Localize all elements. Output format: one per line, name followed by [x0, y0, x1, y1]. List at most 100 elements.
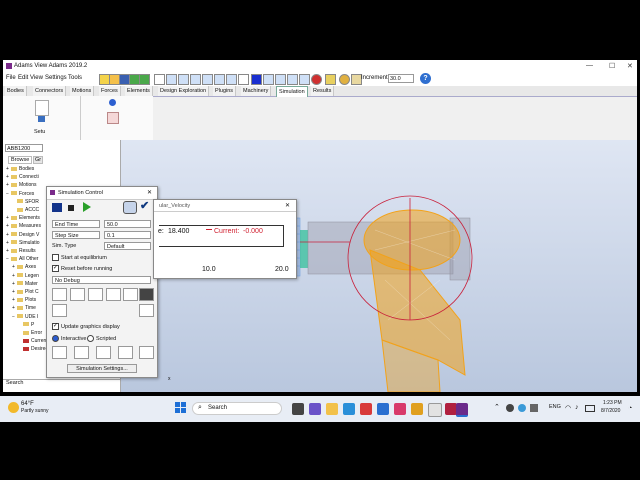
render-mode-icon[interactable] [238, 74, 249, 85]
tab-results[interactable]: Results [311, 86, 335, 96]
grid-icon[interactable] [263, 74, 274, 85]
film-icon[interactable] [139, 288, 154, 301]
plot-toolbar-icon[interactable] [139, 304, 154, 317]
step-mode-select[interactable]: Step Size [52, 231, 100, 239]
icons-toggle-icon[interactable] [275, 74, 286, 85]
wrench-icon[interactable] [70, 288, 85, 301]
settings-gear-icon[interactable] [339, 74, 350, 85]
tab-browse[interactable]: Browse [8, 156, 33, 164]
clock-date[interactable]: 8/7/2020 [601, 408, 620, 414]
weather-desc[interactable]: Partly sunny [21, 408, 49, 414]
app-red-icon[interactable] [360, 403, 372, 415]
interactive-radio[interactable] [52, 335, 59, 342]
reset-before-row[interactable]: ✓ Reset before running [52, 265, 112, 272]
tab-elements[interactable]: Elements [125, 86, 153, 96]
animation-controls-icon[interactable] [96, 346, 111, 359]
tree-item[interactable]: − UDE I [12, 314, 38, 320]
tray-app-icon-2[interactable] [518, 404, 526, 412]
weather-icon[interactable] [8, 402, 19, 413]
telegram-icon[interactable] [343, 403, 355, 415]
menu-view[interactable]: View [30, 75, 43, 81]
save-results-icon[interactable] [74, 346, 89, 359]
minimize-button[interactable]: — [586, 62, 593, 69]
coordinate-window-icon[interactable] [287, 74, 298, 85]
tree-item[interactable]: + Motions [6, 182, 37, 188]
tree-item[interactable]: + Time [12, 305, 36, 311]
tray-app-icon-3[interactable] [530, 404, 538, 412]
tab-machinery[interactable]: Machinery [241, 86, 272, 96]
record-icon[interactable] [311, 74, 322, 85]
tree-item[interactable]: + Connecti [6, 174, 39, 180]
language-indicator[interactable]: ENG [549, 404, 561, 410]
scripted-radio[interactable] [87, 335, 94, 342]
tree-item[interactable]: + Simulatio [6, 240, 40, 246]
tree-item[interactable]: ACCC [12, 207, 39, 213]
tree-item[interactable]: Error [18, 330, 42, 336]
update-graphics-checkbox[interactable]: ✓ [52, 323, 59, 330]
triad-icon[interactable] [299, 74, 310, 85]
tree-item[interactable]: − All Other [6, 256, 38, 262]
post-processor-icon[interactable] [52, 346, 67, 359]
tree-item[interactable]: + Elements [6, 215, 40, 221]
tab-plugins[interactable]: Plugins [213, 86, 237, 96]
end-mode-select[interactable]: End Time [52, 220, 100, 228]
fit-icon[interactable] [202, 74, 213, 85]
tree-item[interactable]: + Results [6, 248, 36, 254]
view-front-icon[interactable] [214, 74, 225, 85]
stop-icon[interactable] [68, 205, 74, 211]
close-button[interactable]: ✕ [627, 62, 633, 70]
tab-bodies[interactable]: Bodies [5, 86, 27, 96]
tree-item[interactable]: Current [18, 338, 48, 344]
tab-forces[interactable]: Forces [99, 86, 121, 96]
teams-icon[interactable] [309, 403, 321, 415]
play-icon[interactable] [83, 202, 91, 212]
rotate-view-icon[interactable] [166, 74, 177, 85]
step-forward-icon[interactable] [123, 288, 138, 301]
help-icon[interactable]: ? [420, 73, 431, 84]
reset-before-checkbox[interactable]: ✓ [52, 265, 59, 272]
menu-edit[interactable]: Edit [18, 75, 28, 81]
simulate-gear-icon[interactable] [109, 99, 116, 106]
tab-simulation[interactable]: Simulation [276, 86, 308, 97]
file-explorer-icon[interactable] [326, 403, 338, 415]
browser-search-field[interactable]: Search [3, 379, 120, 388]
check-icon[interactable]: ✔ [140, 199, 149, 212]
tree-item[interactable]: Desired [18, 346, 48, 352]
select-pointer-icon[interactable] [154, 74, 165, 85]
model-name-field[interactable]: ABB1200 [5, 144, 43, 152]
tree-item[interactable]: − Forces [6, 191, 34, 197]
menu-file[interactable]: File [6, 75, 16, 81]
tree-item[interactable]: + Design V [6, 232, 39, 238]
end-time-field[interactable]: 50.0 [104, 220, 151, 228]
table-icon[interactable] [106, 288, 121, 301]
maximize-button[interactable]: ☐ [609, 62, 615, 70]
tree-item[interactable]: + Bodies [6, 166, 34, 172]
battery-icon[interactable] [585, 405, 595, 412]
tree-item[interactable]: + Legen [12, 273, 39, 279]
tab-connectors[interactable]: Connectors [33, 86, 67, 96]
notifications-icon[interactable]: ◔ [628, 405, 632, 412]
scripted-radio-row[interactable]: Scripted [87, 335, 116, 342]
setup-document-icon[interactable] [35, 100, 49, 116]
setup-label[interactable]: Setu [34, 129, 45, 135]
rewind-icon[interactable] [52, 203, 62, 212]
tab-design-exploration[interactable]: Design Exploration [158, 86, 210, 96]
tree-item[interactable]: SFOR [12, 199, 39, 205]
adams-taskbar-icon[interactable] [456, 403, 468, 417]
strip-close-icon[interactable]: ✕ [285, 202, 290, 209]
plot-results-icon[interactable] [139, 346, 154, 359]
simulation-settings-button[interactable]: Simulation Settings... [67, 364, 137, 373]
tray-overflow-icon[interactable]: ⌃ [494, 403, 500, 411]
sim-type-select[interactable]: Default [104, 242, 151, 250]
tree-item[interactable]: + Mater [12, 281, 38, 287]
start-equilibrium-row[interactable]: Start at equilibrium [52, 254, 107, 261]
chrome-icon[interactable] [428, 403, 442, 417]
step-size-field[interactable]: 0.1 [104, 231, 151, 239]
taskbar-search-box[interactable]: ⌕ Search [192, 402, 282, 415]
interactive-radio-row[interactable]: Interactive [52, 335, 86, 342]
weather-temp[interactable]: 64°F [21, 401, 34, 407]
increment-field[interactable]: 30.0 [388, 74, 414, 83]
debug-select[interactable]: No Debug [52, 276, 151, 284]
shaded-icon[interactable] [251, 74, 262, 85]
tree-item[interactable]: P [18, 322, 34, 328]
